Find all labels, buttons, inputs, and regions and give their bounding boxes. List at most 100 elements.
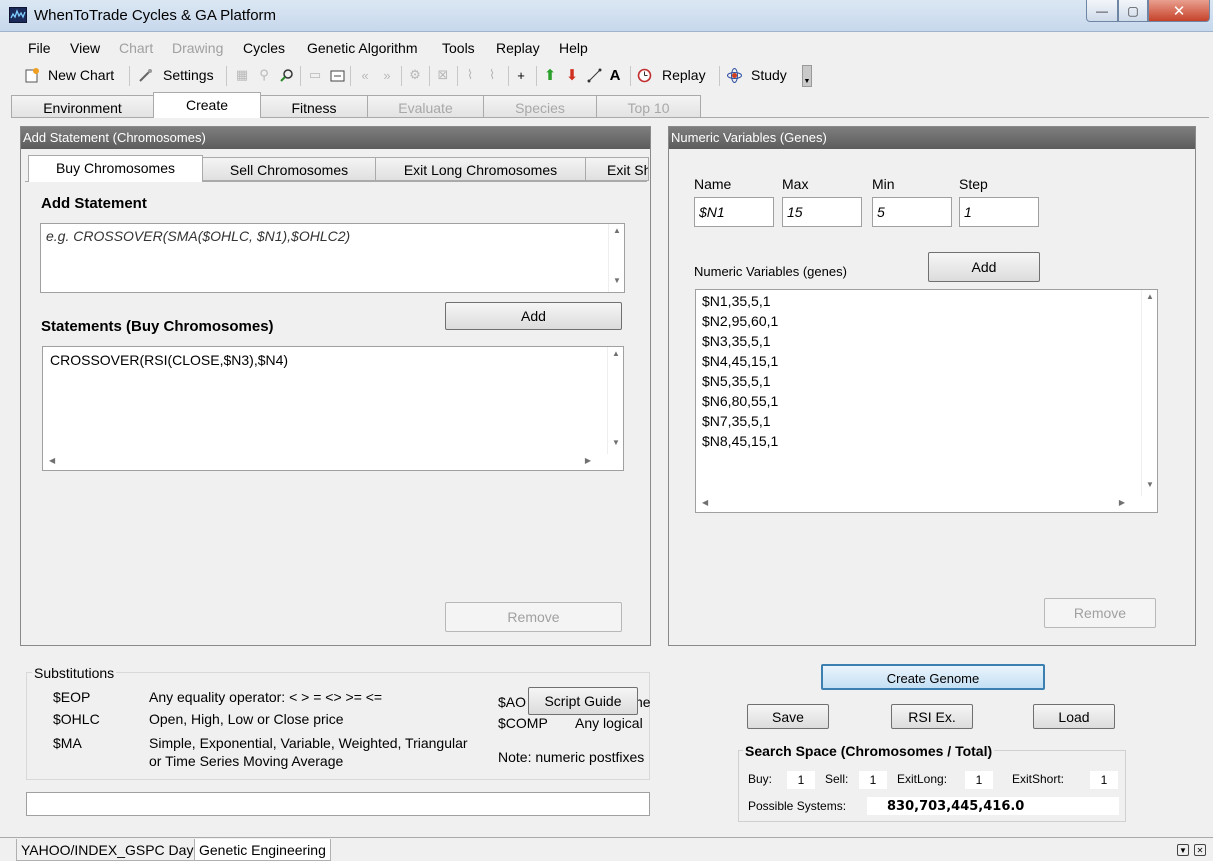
zoom-in-icon: ⚲ [259,67,269,82]
expand-icon[interactable] [329,67,345,83]
menu-view[interactable]: View [70,40,100,56]
line-tool-icon[interactable] [586,67,602,83]
menu-replay[interactable]: Replay [496,40,540,56]
tab-chart-document[interactable]: YAHOO/INDEX_GSPC Day1 [16,839,207,861]
gene-item[interactable]: $N4,45,15,1 [702,351,1151,371]
menu-chart: Chart [119,40,154,56]
menu-drawing: Drawing [172,40,224,56]
search-space-title: Search Space (Chromosomes / Total) [743,743,995,759]
toolbar-separator [429,66,430,86]
statements-hscroll[interactable]: ◀ ▶ [43,454,607,470]
menu-help[interactable]: Help [559,40,588,56]
minimize-button[interactable]: — [1086,0,1118,22]
tab-fitness[interactable]: Fitness [260,95,368,118]
status-input[interactable] [26,792,650,816]
sub-key-ao: $AO [498,694,527,710]
maximize-button[interactable]: ▢ [1118,0,1148,22]
settings-button[interactable]: Settings [163,67,214,83]
toolbar-overflow-icon[interactable]: ▼ [802,65,812,87]
step-forward-icon: » [383,67,391,83]
menu-tools[interactable]: Tools [442,40,475,56]
toolbar-separator [401,66,402,86]
zoom-select-icon: ▦ [235,67,249,82]
menu-cycles[interactable]: Cycles [243,40,285,56]
sub-desc-ma: Simple, Exponential, Variable, Weighted,… [149,735,468,751]
sub-desc-comp: Any logical [575,715,643,731]
numeric-postfix-note: Note: numeric postfixes [498,749,645,765]
gene-max-input[interactable]: 15 [782,197,862,227]
statements-label: Statements (Buy Chromosomes) [41,318,274,335]
toolbar-separator [129,66,130,86]
name-label: Name [694,176,732,192]
gene-item[interactable]: $N2,95,60,1 [702,311,1151,331]
genes-vscroll[interactable]: ▲ ▼ [1141,290,1157,496]
gene-item[interactable]: $N7,35,5,1 [702,411,1151,431]
gene-item[interactable]: $N5,35,5,1 [702,371,1151,391]
new-chart-button[interactable]: New Chart [48,67,114,83]
study-button[interactable]: Study [751,67,787,83]
remove-gene-button: Remove [1044,598,1156,628]
gene-min-input[interactable]: 5 [872,197,952,227]
statements-list[interactable]: CROSSOVER(RSI(CLOSE,$N3),$N4) ▲ ▼ ◀ ▶ [42,346,624,471]
buy-count-label: Buy: [748,772,773,786]
gene-item[interactable]: $N3,35,5,1 [702,331,1151,351]
study-icon[interactable] [726,67,742,83]
tab-close-icon[interactable]: ✕ [1194,844,1206,856]
statement-item[interactable]: CROSSOVER(RSI(CLOSE,$N3),$N4) [43,347,623,373]
subtab-exit-long-chromosomes[interactable]: Exit Long Chromosomes [375,157,586,181]
toolbar: New Chart Settings ▦ ⚲ ▭ « » ⚙ ⊠ ⌇ ⌇ + ⬆… [10,61,812,89]
save-button[interactable]: Save [747,704,829,729]
settings-icon[interactable] [137,67,153,83]
close-button[interactable]: ✕ [1148,0,1210,22]
exit-long-count-value: 1 [965,771,993,789]
sell-count-label: Sell: [825,772,849,786]
create-genome-button[interactable]: Create Genome [821,664,1045,690]
rsi-example-button[interactable]: RSI Ex. [891,704,973,729]
statements-vscroll[interactable]: ▲ ▼ [607,347,623,454]
statement-input[interactable]: e.g. CROSSOVER(SMA($OHLC, $N1),$OHLC2) ▲… [40,223,625,293]
genes-hscroll[interactable]: ◀ ▶ [696,496,1141,512]
possible-systems-value: 830,703,445,416.0 [867,797,1119,815]
tab-genetic-engineering[interactable]: Genetic Engineering [194,839,331,861]
menu-file[interactable]: File [28,40,51,56]
sub-key-ohlc: $OHLC [53,711,100,727]
sell-count-value: 1 [859,771,887,789]
sub-desc-ohlc: Open, High, Low or Close price [149,711,344,727]
subtab-exit-short-chromosomes[interactable]: Exit Sh [585,157,649,181]
subtab-sell-chromosomes[interactable]: Sell Chromosomes [202,157,376,181]
cycle-up-icon: ⌇ [466,67,474,82]
load-button[interactable]: Load [1033,704,1115,729]
replay-icon[interactable] [636,67,652,83]
window-title: WhenToTrade Cycles & GA Platform [34,7,277,24]
zoom-out-icon[interactable] [278,67,294,83]
replay-button[interactable]: Replay [662,67,706,83]
substitutions-title: Substitutions [32,665,117,681]
step-label: Step [959,176,988,192]
cycle-down-icon: ⌇ [488,67,496,82]
text-tool-icon[interactable]: A [607,67,623,84]
fit-screen-icon: ▭ [308,67,322,82]
tab-environment[interactable]: Environment [11,95,154,118]
gene-item[interactable]: $N1,35,5,1 [702,291,1151,311]
genes-list[interactable]: $N1,35,5,1 $N2,95,60,1 $N3,35,5,1 $N4,45… [695,289,1158,513]
toolbar-separator [536,66,537,86]
gene-step-input[interactable]: 1 [959,197,1039,227]
add-gene-button[interactable]: Add [928,252,1040,282]
gene-item[interactable]: $N8,45,15,1 [702,431,1151,451]
add-statement-button[interactable]: Add [445,302,622,330]
grid-icon: ⊠ [437,67,449,82]
plus-icon[interactable]: + [513,67,529,83]
toolbar-separator [630,66,631,86]
subtab-buy-chromosomes[interactable]: Buy Chromosomes [28,155,203,182]
arrow-up-icon[interactable]: ⬆ [542,67,558,84]
gene-item[interactable]: $N6,80,55,1 [702,391,1151,411]
menu-genetic-algorithm[interactable]: Genetic Algorithm [307,40,418,56]
script-guide-button[interactable]: Script Guide [528,687,638,715]
new-chart-icon[interactable] [23,67,39,83]
tab-create[interactable]: Create [153,92,261,118]
arrow-down-icon[interactable]: ⬇ [564,67,580,84]
gene-name-input[interactable]: $N1 [694,197,774,227]
tab-list-icon[interactable]: ▼ [1177,844,1189,856]
statement-scrollbar[interactable]: ▲ ▼ [608,224,624,292]
substitutions-box: Substitutions $EOP Any equality operator… [26,665,651,780]
